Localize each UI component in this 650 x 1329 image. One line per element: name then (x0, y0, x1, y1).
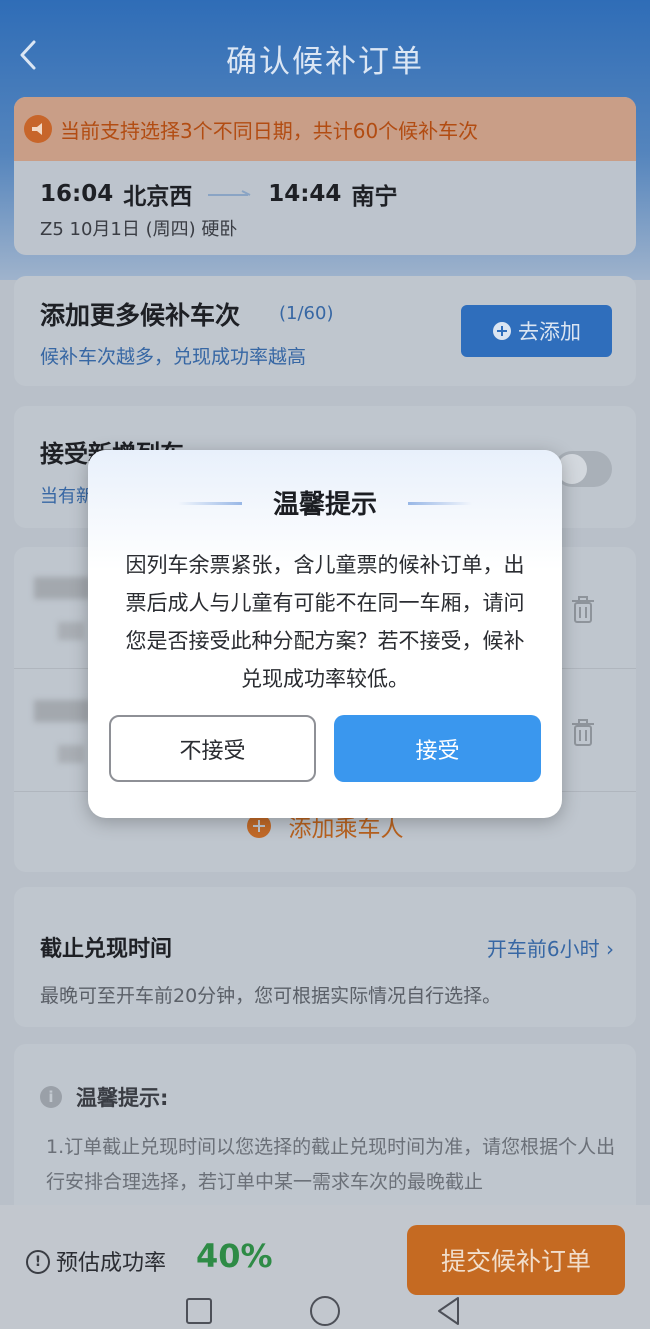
arrive-station: 南宁 (351, 184, 398, 210)
deadline-selector[interactable]: 开车前6小时 › (487, 933, 614, 962)
add-trains-card: 添加更多候补车次 (1/60) 候补车次越多，兑现成功率越高 去添加 (14, 276, 636, 386)
nav-back-icon[interactable] (434, 1295, 464, 1327)
exclamation-circle-icon[interactable]: ! (26, 1250, 50, 1274)
megaphone-icon (24, 115, 52, 143)
plus-circle-icon (493, 322, 511, 340)
passenger-name-blurred (34, 577, 90, 599)
trip-route: 16:04 北京西 14:44 南宁 (40, 177, 397, 211)
add-trains-count: (1/60) (279, 303, 334, 324)
info-icon: i (40, 1086, 62, 1108)
success-rate-label: 预估成功率 (56, 1251, 167, 1276)
depart-time: 16:04 (40, 181, 114, 207)
accept-button[interactable]: 接受 (334, 715, 541, 782)
deadline-value: 开车前6小时 (486, 937, 600, 961)
system-nav-bar (0, 1290, 650, 1329)
notice-bar: 当前支持选择3个不同日期，共计60个候补车次 (14, 97, 636, 161)
chevron-right-icon: › (606, 937, 614, 961)
home-icon[interactable] (310, 1296, 340, 1326)
submit-order-button[interactable]: 提交候补订单 (407, 1225, 625, 1295)
deadline-card: 截止兑现时间 开车前6小时 › 最晚可至开车前20分钟，您可根据实际情况自行选择… (14, 887, 636, 1027)
trash-icon[interactable] (570, 595, 596, 625)
recent-apps-icon[interactable] (186, 1298, 212, 1324)
dialog-title: 温馨提示 (272, 490, 377, 520)
trip-detail: Z5 10月1日 (周四) 硬卧 (40, 219, 238, 240)
passenger-name-blurred (34, 700, 90, 722)
deadline-subtitle: 最晚可至开车前20分钟，您可根据实际情况自行选择。 (40, 985, 502, 1007)
passenger-id-blurred (58, 622, 84, 640)
notice-text: 当前支持选择3个不同日期，共计60个候补车次 (60, 118, 479, 143)
dialog-message: 因列车余票紧张，含儿童票的候补订单，出票后成人与儿童有可能不在同一车厢，请问您是… (125, 553, 525, 691)
route-arrow-icon (208, 190, 251, 196)
decline-button[interactable]: 不接受 (109, 715, 316, 782)
depart-station: 北京西 (123, 184, 193, 210)
add-trains-button[interactable]: 去添加 (461, 305, 612, 357)
add-trains-title: 添加更多候补车次 (40, 301, 241, 330)
trash-icon[interactable] (570, 718, 596, 748)
tips-title: 温馨提示: (76, 1086, 169, 1110)
page-title: 确认候补订单 (226, 44, 424, 80)
add-trains-button-label: 去添加 (518, 320, 581, 344)
tips-body: 1.订单截止兑现时间以您选择的截止兑现时间为准，请您根据个人出行安排合理选择，若… (46, 1136, 616, 1193)
success-rate-value: 40% (196, 1237, 273, 1275)
page: 确认候补订单 当前支持选择3个不同日期，共计60个候补车次 16:04 北京西 … (0, 0, 650, 1329)
add-trains-subtitle: 候补车次越多，兑现成功率越高 (40, 346, 307, 368)
passenger-id-blurred (58, 745, 84, 763)
warm-tip-dialog: 温馨提示 因列车余票紧张，含儿童票的候补订单，出票后成人与儿童有可能不在同一车厢… (88, 450, 562, 818)
accept-new-train-toggle[interactable] (554, 451, 612, 487)
arrive-time: 14:44 (268, 181, 342, 207)
trip-card: 当前支持选择3个不同日期，共计60个候补车次 16:04 北京西 14:44 南… (14, 97, 636, 255)
title-bar: 确认候补订单 (0, 22, 650, 86)
deadline-title: 截止兑现时间 (40, 937, 173, 962)
accept-new-train-subtitle: 当有新 (40, 486, 94, 507)
tips-heading: i 温馨提示: (40, 1082, 168, 1112)
